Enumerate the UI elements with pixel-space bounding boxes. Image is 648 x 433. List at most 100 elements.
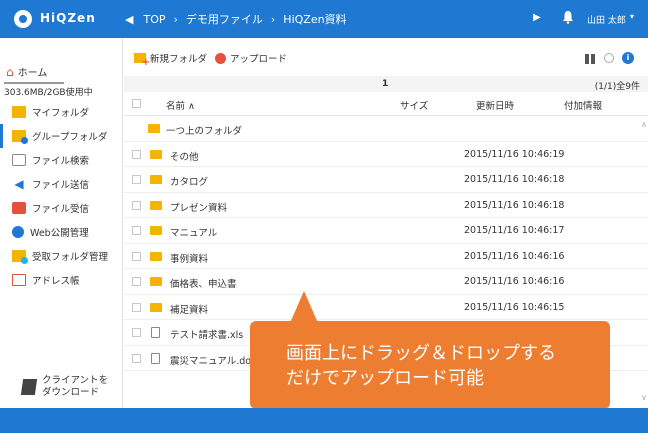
user-menu-caret-icon[interactable]: ▾ — [630, 12, 634, 21]
row-checkbox[interactable] — [132, 277, 141, 286]
client-download-text: クライアントを ダウンロード — [42, 375, 108, 399]
row-checkbox[interactable] — [132, 251, 141, 261]
breadcrumb: ◀ TOP › デモ用ファイル › HiQZen資料 — [125, 0, 505, 38]
callout-text: 画面上にドラッグ＆ドロップする だけでアップロード可能 — [286, 343, 556, 389]
file-updated: 2015/11/16 10:46:16 — [464, 250, 565, 262]
column-header-info: 付加情報 — [564, 101, 603, 112]
table-row[interactable]: カタログ 2015/11/16 10:46:18 — [124, 167, 648, 193]
column-header-name[interactable]: 名前 ∧ — [166, 98, 195, 112]
client-download-line1: クライアントを — [42, 375, 109, 386]
back-arrow-icon[interactable]: ◀ — [125, 13, 133, 26]
scroll-up-icon[interactable]: ∧ — [641, 120, 647, 129]
toolbar: 新規フォルダ アップロード i — [124, 38, 648, 68]
file-name: その他 — [170, 151, 199, 163]
file-search-icon — [12, 154, 26, 166]
new-folder-label: 新規フォルダ — [150, 54, 208, 65]
table-row[interactable]: 価格表、申込書 2015/11/16 10:46:16 — [124, 269, 648, 295]
row-checkbox[interactable] — [132, 328, 141, 337]
address-book-icon — [12, 274, 26, 286]
row-checkbox[interactable] — [132, 302, 141, 312]
file-name: 事例資料 — [170, 253, 209, 265]
sidebar-item-inbox-folder[interactable]: 受取フォルダ管理 — [0, 244, 122, 268]
folder-icon — [150, 302, 162, 312]
file-name: 一つ上のフォルダ — [166, 126, 243, 137]
sidebar-home-label: ホーム — [17, 68, 48, 79]
bell-icon[interactable] — [562, 10, 574, 24]
folder-icon — [150, 200, 162, 210]
sidebar-item-label: アドレス帳 — [32, 276, 80, 287]
sidebar-item-address-book[interactable]: アドレス帳 — [0, 268, 122, 292]
sidebar-item-label: ファイル送信 — [32, 180, 90, 191]
column-header-updated[interactable]: 更新日時 — [476, 98, 514, 112]
file-name: 震災マニュアル.doc — [170, 355, 257, 367]
user-name[interactable]: 山田 太郎 — [587, 13, 626, 26]
file-name: 価格表、申込書 — [170, 279, 237, 290]
table-row[interactable]: 補足資料 2015/11/16 10:46:15 — [124, 295, 648, 320]
scroll-down-icon[interactable]: ∨ — [641, 393, 647, 402]
table-row[interactable]: マニュアル 2015/11/16 10:46:17 — [124, 218, 648, 244]
forward-arrow-icon[interactable]: ▶ — [533, 12, 541, 23]
upload-label: アップロード — [230, 54, 288, 65]
breadcrumb-separator-icon: › — [173, 12, 178, 26]
upload-button[interactable]: アップロード — [215, 51, 287, 65]
sidebar-item-file-receive[interactable]: ファイル受信 — [0, 196, 122, 220]
sidebar-item-my-folder[interactable]: マイフォルダ — [0, 100, 122, 124]
quota-bar — [4, 82, 64, 84]
sidebar-item-label: ファイル検索 — [32, 156, 90, 167]
sidebar-item-file-search[interactable]: ファイル検索 — [0, 148, 122, 172]
file-updated: 2015/11/16 10:46:15 — [464, 301, 565, 313]
drag-drop-callout: 画面上にドラッグ＆ドロップする だけでアップロード可能 — [250, 291, 610, 409]
file-updated: 2015/11/16 10:46:16 — [464, 276, 565, 287]
receive-icon — [12, 202, 26, 214]
breadcrumb-demo-files[interactable]: デモ用ファイル — [186, 11, 263, 27]
client-download-link[interactable]: クライアントを ダウンロード — [20, 375, 108, 399]
row-checkbox[interactable] — [132, 200, 141, 210]
row-checkbox[interactable] — [132, 226, 141, 235]
home-icon: ⌂ — [6, 64, 14, 79]
table-row[interactable]: 事例資料 2015/11/16 10:46:16 — [124, 244, 648, 269]
new-folder-button[interactable]: 新規フォルダ — [134, 51, 208, 68]
sidebar-nav: マイフォルダ グループフォルダ ファイル検索 ◀ ファイル送信 ファイル受信 W… — [0, 100, 122, 292]
sidebar-home[interactable]: ⌂ ホーム — [6, 64, 48, 80]
column-header-size[interactable]: サイズ — [400, 98, 428, 112]
breadcrumb-current[interactable]: HiQZen資料 — [283, 11, 346, 27]
folder-icon — [150, 226, 162, 235]
sidebar-item-label: マイフォルダ — [32, 108, 90, 119]
folder-icon — [150, 175, 162, 184]
row-checkbox[interactable] — [132, 175, 141, 184]
item-count: (1/1)全9件 — [594, 82, 640, 92]
search-icon[interactable] — [604, 53, 614, 63]
file-updated: 2015/11/16 10:46:19 — [464, 148, 565, 160]
row-checkbox[interactable] — [132, 149, 141, 159]
app-logo-text: HiQZen — [40, 11, 96, 25]
footer-bar — [0, 408, 648, 433]
select-all-checkbox[interactable] — [132, 99, 141, 108]
sidebar-item-file-send[interactable]: ◀ ファイル送信 — [0, 172, 122, 196]
folder-icon — [150, 277, 162, 286]
new-folder-icon — [134, 53, 150, 68]
sidebar-item-group-folder[interactable]: グループフォルダ — [0, 124, 122, 148]
grid-view-icon[interactable] — [585, 54, 595, 64]
sidebar-item-web-publish[interactable]: Web公開管理 — [0, 220, 122, 244]
document-icon — [151, 327, 160, 338]
upload-icon — [215, 52, 226, 64]
sidebar: ⌂ ホーム 303.6MB/2GB使用中 マイフォルダ グループフォルダ ファイ… — [0, 38, 123, 408]
file-updated: 2015/11/16 10:46:17 — [464, 225, 565, 236]
quota-text: 303.6MB/2GB使用中 — [4, 88, 93, 98]
sidebar-item-label: 受取フォルダ管理 — [32, 252, 109, 263]
parent-folder-row[interactable]: 一つ上のフォルダ — [124, 116, 648, 142]
web-icon — [12, 226, 24, 238]
sidebar-item-label: ファイル受信 — [32, 204, 90, 215]
sidebar-item-label: Web公開管理 — [30, 228, 89, 239]
logo-icon — [14, 10, 32, 28]
table-row[interactable]: プレゼン資料 2015/11/16 10:46:18 — [124, 193, 648, 218]
page-number[interactable]: 1 — [382, 79, 388, 89]
table-row[interactable]: その他 2015/11/16 10:46:19 — [124, 142, 648, 167]
file-name: カタログ — [170, 177, 209, 188]
file-name: マニュアル — [170, 228, 218, 239]
row-checkbox[interactable] — [132, 353, 141, 363]
top-bar: HiQZen ◀ TOP › デモ用ファイル › HiQZen資料 ▶ 山田 太… — [0, 0, 648, 38]
send-icon: ◀ — [14, 177, 24, 191]
info-icon[interactable]: i — [622, 52, 634, 64]
breadcrumb-top[interactable]: TOP — [143, 13, 165, 26]
